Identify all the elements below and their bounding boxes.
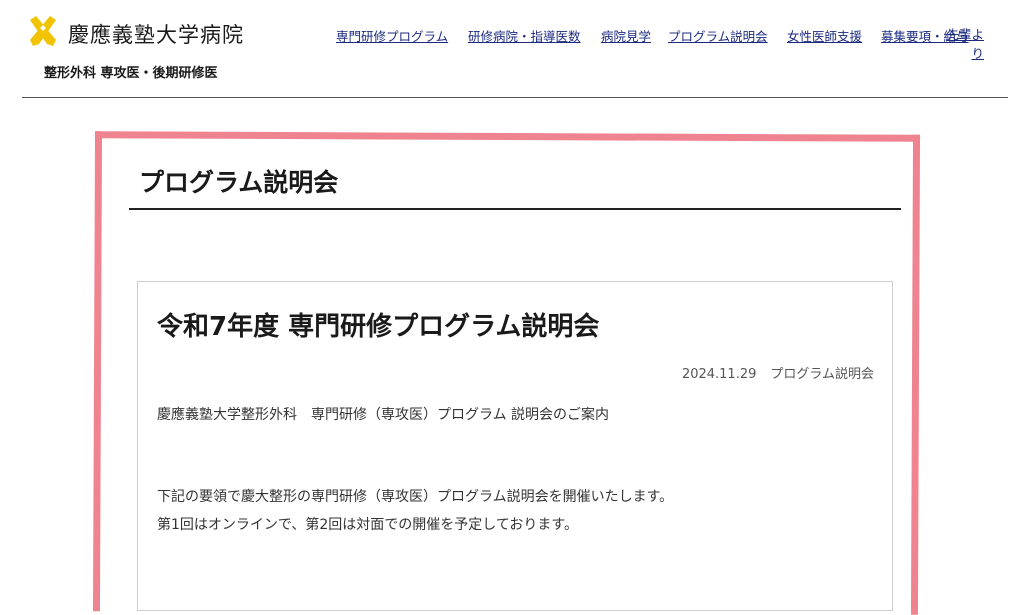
article-paragraph: 第1回はオンラインで、第2回は対面での開催を予定しております。 (157, 517, 579, 533)
article-paragraph: 慶應義塾大学整形外科 専門研修（専攻医）プログラム 説明会のご案内 (157, 407, 610, 423)
page-title: プログラム説明会 (139, 168, 339, 197)
nav-link-visit[interactable]: 病院見学 (601, 26, 651, 45)
article-card: 令和7年度 専門研修プログラム説明会 2024.11.29 プログラム説明会 慶應… (137, 281, 893, 611)
article-paragraph: 下記の要領で慶大整形の専門研修（専攻医）プログラム説明会を開催いたします。 (157, 489, 674, 505)
article-date: 2024.11.29 (681, 367, 757, 382)
nav-link-hospitals[interactable]: 研修病院・指導医数 (468, 26, 581, 45)
nav-link-program[interactable]: 専門研修プログラム (336, 26, 448, 45)
nav-link-briefing[interactable]: プログラム説明会 (668, 26, 768, 45)
global-nav: 専門研修プログラム 研修病院・指導医数 病院見学 プログラム説明会 女性医師支援… (0, 24, 1024, 64)
department-name: 整形外科 専攻医・後期研修医 (44, 66, 218, 81)
article-meta: 2024.11.29 プログラム説明会 (682, 363, 874, 382)
title-underline (129, 208, 901, 210)
article-title: 令和7年度 専門研修プログラム説明会 (157, 312, 600, 342)
header-divider (22, 97, 1008, 98)
site-header: 慶應義塾大学病院 整形外科 専攻医・後期研修医 専門研修プログラム 研修病院・指… (0, 0, 1024, 98)
article-category[interactable]: プログラム説明会 (770, 367, 874, 382)
nav-link-seniors[interactable]: 先輩より (942, 25, 984, 63)
nav-link-women-support[interactable]: 女性医師支援 (787, 26, 862, 45)
